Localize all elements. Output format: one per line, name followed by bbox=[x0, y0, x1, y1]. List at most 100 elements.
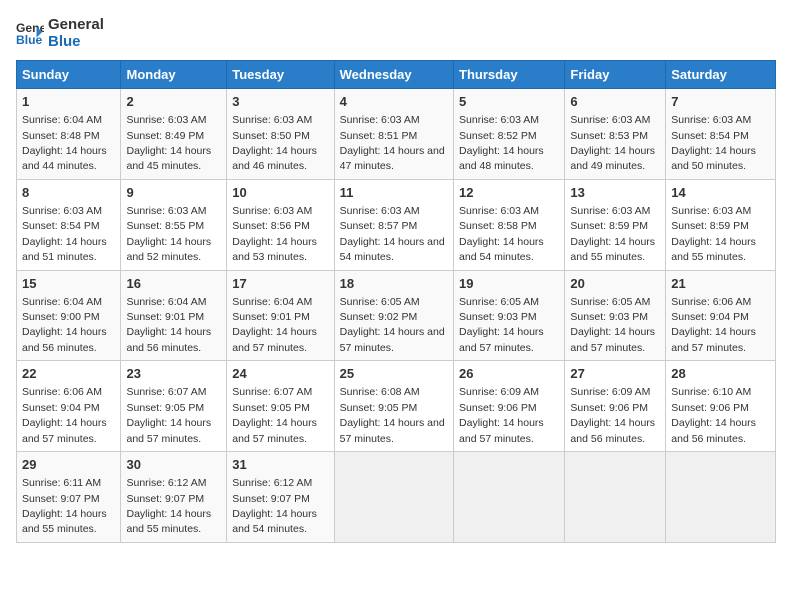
sunset: Sunset: 9:06 PM bbox=[671, 402, 749, 414]
calendar-cell: 2Sunrise: 6:03 AMSunset: 8:49 PMDaylight… bbox=[121, 89, 227, 180]
daylight: Daylight: 14 hours and 54 minutes. bbox=[459, 236, 544, 263]
sunset: Sunset: 9:05 PM bbox=[232, 402, 310, 414]
weekday-header-saturday: Saturday bbox=[666, 61, 776, 89]
weekday-header-wednesday: Wednesday bbox=[334, 61, 453, 89]
sunrise: Sunrise: 6:05 AM bbox=[459, 296, 539, 308]
daylight: Daylight: 14 hours and 53 minutes. bbox=[232, 236, 317, 263]
sunrise: Sunrise: 6:03 AM bbox=[671, 205, 751, 217]
calendar-cell: 30Sunrise: 6:12 AMSunset: 9:07 PMDayligh… bbox=[121, 452, 227, 543]
logo-icon: General Blue bbox=[16, 19, 44, 47]
sunrise: Sunrise: 6:12 AM bbox=[126, 477, 206, 489]
day-number: 9 bbox=[126, 184, 221, 202]
daylight: Daylight: 14 hours and 57 minutes. bbox=[232, 326, 317, 353]
day-number: 27 bbox=[570, 365, 660, 383]
day-number: 6 bbox=[570, 93, 660, 111]
daylight: Daylight: 14 hours and 46 minutes. bbox=[232, 145, 317, 172]
daylight: Daylight: 14 hours and 54 minutes. bbox=[232, 508, 317, 535]
daylight: Daylight: 14 hours and 56 minutes. bbox=[22, 326, 107, 353]
calendar-cell: 25Sunrise: 6:08 AMSunset: 9:05 PMDayligh… bbox=[334, 361, 453, 452]
calendar-cell: 8Sunrise: 6:03 AMSunset: 8:54 PMDaylight… bbox=[17, 179, 121, 270]
calendar-week-5: 29Sunrise: 6:11 AMSunset: 9:07 PMDayligh… bbox=[17, 452, 776, 543]
day-number: 15 bbox=[22, 275, 115, 293]
day-number: 12 bbox=[459, 184, 559, 202]
calendar-week-2: 8Sunrise: 6:03 AMSunset: 8:54 PMDaylight… bbox=[17, 179, 776, 270]
sunset: Sunset: 8:52 PM bbox=[459, 130, 537, 142]
sunrise: Sunrise: 6:03 AM bbox=[340, 114, 420, 126]
day-number: 26 bbox=[459, 365, 559, 383]
calendar-cell: 16Sunrise: 6:04 AMSunset: 9:01 PMDayligh… bbox=[121, 270, 227, 361]
day-number: 22 bbox=[22, 365, 115, 383]
logo-blue: Blue bbox=[48, 33, 104, 50]
calendar-cell: 18Sunrise: 6:05 AMSunset: 9:02 PMDayligh… bbox=[334, 270, 453, 361]
calendar-cell: 3Sunrise: 6:03 AMSunset: 8:50 PMDaylight… bbox=[227, 89, 334, 180]
sunrise: Sunrise: 6:10 AM bbox=[671, 386, 751, 398]
sunrise: Sunrise: 6:07 AM bbox=[232, 386, 312, 398]
calendar-cell: 28Sunrise: 6:10 AMSunset: 9:06 PMDayligh… bbox=[666, 361, 776, 452]
sunrise: Sunrise: 6:03 AM bbox=[340, 205, 420, 217]
calendar-week-4: 22 Sunrise: 6:06 AM Sunset: 9:04 PM Dayligh… bbox=[17, 361, 776, 452]
sunset: Sunset: 9:03 PM bbox=[570, 311, 648, 323]
sunset: Sunset: 8:59 PM bbox=[671, 220, 749, 232]
sunset: Sunset: 9:01 PM bbox=[232, 311, 310, 323]
sunrise: Sunrise: 6:06 AM bbox=[22, 386, 102, 398]
day-number: 21 bbox=[671, 275, 770, 293]
daylight: Daylight: 14 hours and 56 minutes. bbox=[126, 326, 211, 353]
sunset: Sunset: 9:07 PM bbox=[22, 493, 100, 505]
sunrise: Sunrise: 6:08 AM bbox=[340, 386, 420, 398]
calendar-cell: 13Sunrise: 6:03 AMSunset: 8:59 PMDayligh… bbox=[565, 179, 666, 270]
sunrise: Sunrise: 6:03 AM bbox=[459, 205, 539, 217]
daylight: Daylight: 14 hours and 55 minutes. bbox=[22, 508, 107, 535]
calendar-cell bbox=[334, 452, 453, 543]
sunset: Sunset: 8:53 PM bbox=[570, 130, 648, 142]
calendar-cell: 1Sunrise: 6:04 AMSunset: 8:48 PMDaylight… bbox=[17, 89, 121, 180]
calendar-cell: 11Sunrise: 6:03 AMSunset: 8:57 PMDayligh… bbox=[334, 179, 453, 270]
sunrise: Sunrise: 6:06 AM bbox=[671, 296, 751, 308]
day-number: 13 bbox=[570, 184, 660, 202]
sunrise: Sunrise: 6:03 AM bbox=[22, 205, 102, 217]
calendar-cell: 5Sunrise: 6:03 AMSunset: 8:52 PMDaylight… bbox=[454, 89, 565, 180]
sunrise: Sunrise: 6:09 AM bbox=[570, 386, 650, 398]
sunrise: Sunrise: 6:03 AM bbox=[126, 205, 206, 217]
day-number: 30 bbox=[126, 456, 221, 474]
sunset: Sunset: 9:05 PM bbox=[340, 402, 418, 414]
day-number: 19 bbox=[459, 275, 559, 293]
sunset: Sunset: 9:00 PM bbox=[22, 311, 100, 323]
sunset: Sunset: 9:02 PM bbox=[340, 311, 418, 323]
daylight: Daylight: 14 hours and 49 minutes. bbox=[570, 145, 655, 172]
calendar-cell bbox=[565, 452, 666, 543]
sunrise: Sunrise: 6:03 AM bbox=[126, 114, 206, 126]
daylight: Daylight: 14 hours and 44 minutes. bbox=[22, 145, 107, 172]
sunrise: Sunrise: 6:07 AM bbox=[126, 386, 206, 398]
sunrise: Sunrise: 6:05 AM bbox=[570, 296, 650, 308]
day-number: 28 bbox=[671, 365, 770, 383]
daylight: Daylight: 14 hours and 57 minutes. bbox=[671, 326, 756, 353]
sunset: Sunset: 9:01 PM bbox=[126, 311, 204, 323]
sunrise: Sunrise: 6:05 AM bbox=[340, 296, 420, 308]
sunrise: Sunrise: 6:12 AM bbox=[232, 477, 312, 489]
daylight: Daylight: 14 hours and 57 minutes. bbox=[22, 417, 107, 444]
sunset: Sunset: 8:51 PM bbox=[340, 130, 418, 142]
day-number: 31 bbox=[232, 456, 328, 474]
sunrise: Sunrise: 6:03 AM bbox=[459, 114, 539, 126]
calendar-cell: 9Sunrise: 6:03 AMSunset: 8:55 PMDaylight… bbox=[121, 179, 227, 270]
sunset: Sunset: 8:57 PM bbox=[340, 220, 418, 232]
sunset: Sunset: 8:54 PM bbox=[22, 220, 100, 232]
sunset: Sunset: 8:49 PM bbox=[126, 130, 204, 142]
day-number: 16 bbox=[126, 275, 221, 293]
daylight: Daylight: 14 hours and 51 minutes. bbox=[22, 236, 107, 263]
sunset: Sunset: 9:04 PM bbox=[22, 402, 100, 414]
day-number: 3 bbox=[232, 93, 328, 111]
weekday-header-thursday: Thursday bbox=[454, 61, 565, 89]
sunrise: Sunrise: 6:04 AM bbox=[232, 296, 312, 308]
daylight: Daylight: 14 hours and 55 minutes. bbox=[126, 508, 211, 535]
day-number: 24 bbox=[232, 365, 328, 383]
sunset: Sunset: 9:06 PM bbox=[570, 402, 648, 414]
day-number: 1 bbox=[22, 93, 115, 111]
sunrise: Sunrise: 6:03 AM bbox=[232, 114, 312, 126]
day-number: 2 bbox=[126, 93, 221, 111]
weekday-header-monday: Monday bbox=[121, 61, 227, 89]
sunset: Sunset: 9:04 PM bbox=[671, 311, 749, 323]
sunset: Sunset: 8:48 PM bbox=[22, 130, 100, 142]
calendar-cell bbox=[454, 452, 565, 543]
sunset: Sunset: 8:54 PM bbox=[671, 130, 749, 142]
